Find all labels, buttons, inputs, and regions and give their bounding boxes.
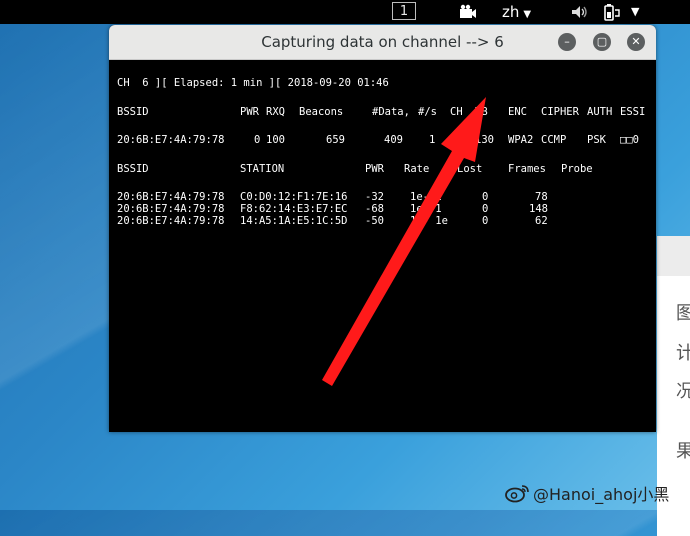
sta-row-station: C0:D0:12:F1:7E:16 [240, 191, 348, 203]
sta-row-bssid: 20:6B:E7:4A:79:78 [117, 191, 225, 203]
language-label: zh [502, 3, 520, 21]
close-icon[interactable]: ✕ [627, 33, 645, 51]
background-window-header [657, 236, 690, 276]
sta-row-bssid: 20:6B:E7:4A:79:78 [117, 203, 225, 215]
minimize-icon[interactable]: – [558, 33, 576, 51]
side-char-4: 果 [676, 441, 690, 462]
ap-row-beacons: 659 [326, 134, 345, 146]
language-selector[interactable]: zh ▼ [502, 0, 531, 24]
camera-icon[interactable] [459, 0, 477, 24]
ap-header-data: #Data, [372, 106, 410, 118]
ap-header-auth: AUTH [587, 106, 613, 118]
side-char-1: 图 [676, 303, 690, 324]
sta-row-pwr: -68 [365, 203, 384, 215]
side-char-3: 况 [676, 381, 690, 402]
ap-row-rxq: 100 [266, 134, 285, 146]
top-panel: 1 zh ▼ ▼ [0, 0, 690, 24]
sta-row-lost: 0 [482, 203, 489, 215]
ap-row-essid: □□0 [620, 134, 639, 146]
sta-row-pwr: -50 [365, 215, 384, 227]
ap-row-ch: 6 [455, 134, 462, 146]
ap-header-mb: MB [475, 106, 488, 118]
volume-icon[interactable] [571, 0, 589, 24]
ap-header-pwr: PWR [240, 106, 259, 118]
sta-header-pwr: PWR [365, 163, 384, 175]
terminal-output[interactable]: CH 6 ][ Elapsed: 1 min ][ 2018-09-20 01:… [109, 61, 656, 432]
ap-header-enc: ENC [508, 106, 527, 118]
sta-row-frames: 148 [529, 203, 548, 215]
ap-row-data: 409 [384, 134, 403, 146]
sta-header-rate: Rate [404, 163, 430, 175]
ap-header-essid: ESSI [620, 106, 646, 118]
sta-row-lost: 0 [482, 191, 489, 203]
window-titlebar[interactable]: Capturing data on channel --> 6 – ▢ ✕ [109, 25, 656, 60]
chevron-down-icon: ▼ [523, 9, 532, 20]
power-battery-icon[interactable] [603, 0, 621, 24]
ap-row-mb: 130 [475, 134, 494, 146]
sta-row-rate: 1e- 1 [410, 203, 442, 215]
ap-header-ch: CH [450, 106, 463, 118]
sta-row-bssid: 20:6B:E7:4A:79:78 [117, 215, 225, 227]
sta-row-rate: 1e- 1e [410, 215, 448, 227]
sta-row-frames: 62 [535, 215, 548, 227]
weibo-icon [505, 485, 529, 503]
ap-row-bssid: 20:6B:E7:4A:79:78 [117, 134, 225, 146]
sta-row-pwr: -32 [365, 191, 384, 203]
watermark-text: @Hanoi_ahoj小黑 [533, 485, 670, 504]
maximize-icon[interactable]: ▢ [593, 33, 611, 51]
sta-header-lost: Lost [457, 163, 483, 175]
ap-row-pwr: 0 [254, 134, 261, 146]
sta-row-lost: 0 [482, 215, 489, 227]
sta-row-station: 14:A5:1A:E5:1C:5D [240, 215, 348, 227]
ap-header-rxq: RXQ [266, 106, 285, 118]
workspace-indicator[interactable]: 1 [392, 2, 416, 20]
ap-row-enc: WPA2 [508, 134, 534, 146]
ap-row-auth: PSK [587, 134, 606, 146]
sta-header-probe: Probe [561, 163, 593, 175]
sta-header-frames: Frames [508, 163, 546, 175]
side-char-2: 计 [676, 343, 690, 364]
ap-header-rate: #/s [418, 106, 437, 118]
status-line: CH 6 ][ Elapsed: 1 min ][ 2018-09-20 01:… [117, 77, 389, 89]
ap-header-cipher: CIPHER [541, 106, 579, 118]
ap-header-bssid: BSSID [117, 106, 149, 118]
system-menu-chevron-down-icon[interactable]: ▼ [631, 0, 639, 24]
terminal-window: Capturing data on channel --> 6 – ▢ ✕ CH… [109, 25, 656, 432]
sta-row-station: F8:62:14:E3:E7:EC [240, 203, 348, 215]
ap-header-beacons: Beacons [299, 106, 344, 118]
ap-row-rate: 1 [429, 134, 436, 146]
ap-row-cipher: CCMP [541, 134, 567, 146]
sta-header-station: STATION [240, 163, 285, 175]
sta-header-bssid: BSSID [117, 163, 149, 175]
sta-row-rate: 1e- 1 [410, 191, 442, 203]
sta-row-frames: 78 [535, 191, 548, 203]
